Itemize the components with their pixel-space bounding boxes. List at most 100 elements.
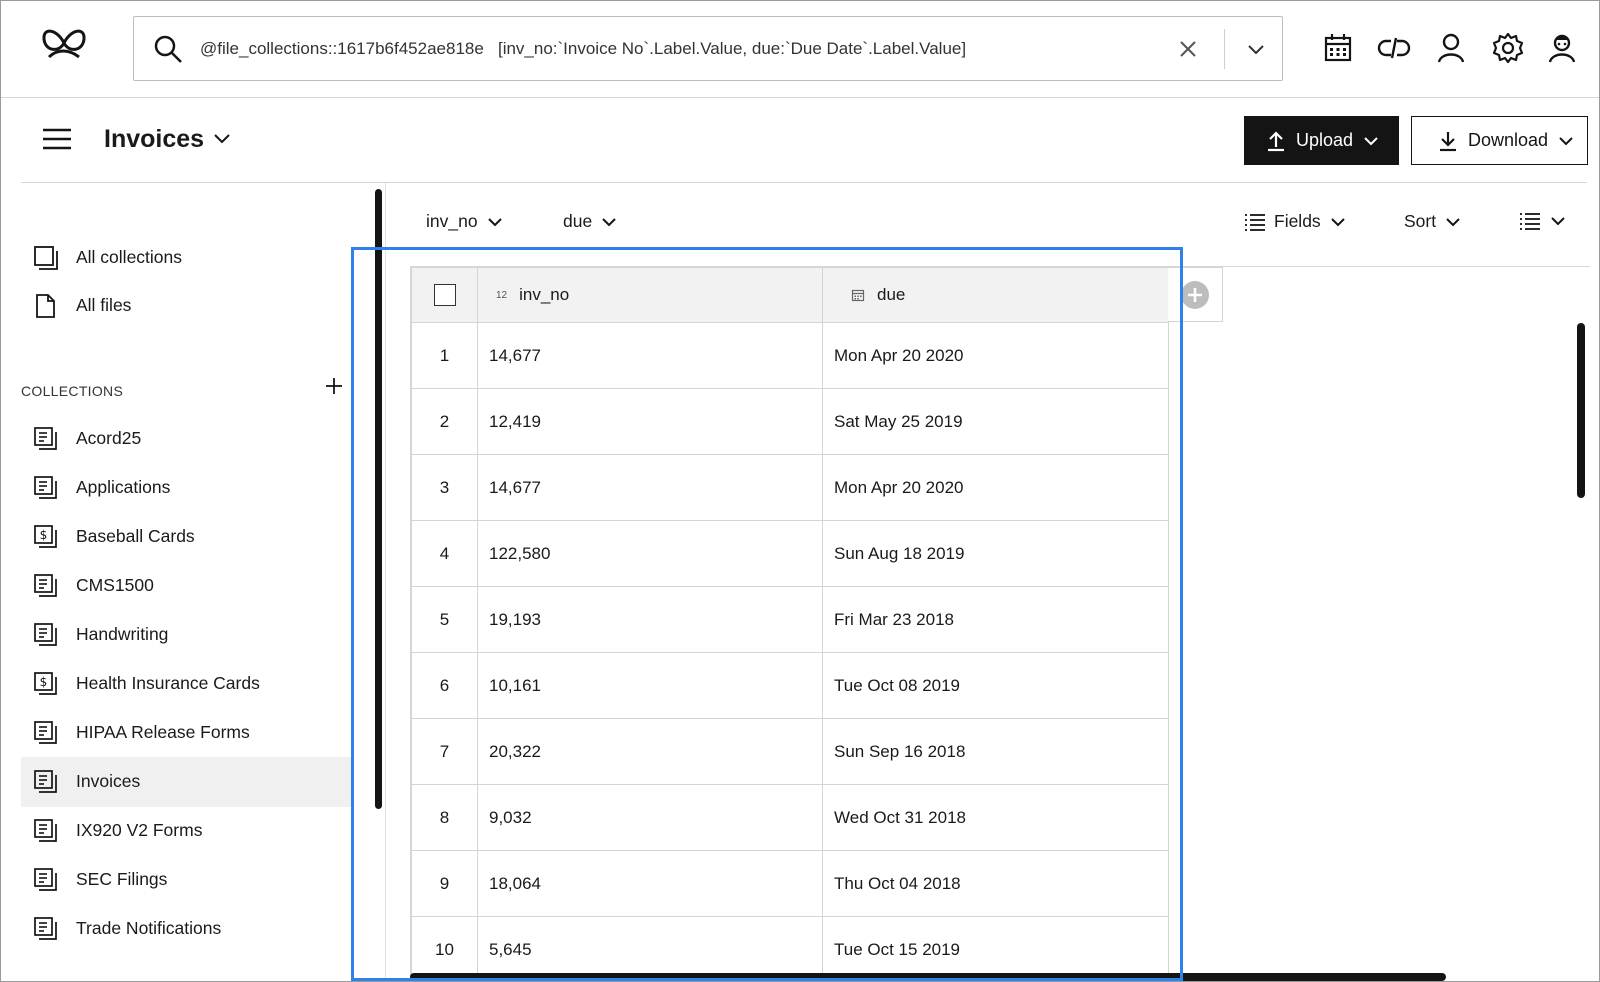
sidebar: All collections All files COLLECTIONS Ac… bbox=[21, 183, 373, 981]
cell-due[interactable]: Sun Aug 18 2019 bbox=[822, 520, 1169, 587]
app-window: Invoices Upload Download bbox=[0, 0, 1600, 982]
collection-icon bbox=[34, 427, 57, 450]
sidebar-item-acord25[interactable]: Acord25 bbox=[21, 414, 351, 464]
fields-button[interactable]: Fields bbox=[1244, 211, 1347, 232]
cell-inv-no[interactable]: 14,677 bbox=[477, 454, 823, 521]
table-row[interactable]: 5 19,193 Fri Mar 23 2018 bbox=[411, 586, 1169, 653]
sidebar-item-cms1500[interactable]: CMS1500 bbox=[21, 561, 351, 611]
row-index: 6 bbox=[411, 652, 478, 719]
list-view-icon bbox=[1520, 213, 1540, 230]
cell-due[interactable]: Mon Apr 20 2020 bbox=[822, 454, 1169, 521]
table-row[interactable]: 6 10,161 Tue Oct 08 2019 bbox=[411, 652, 1169, 719]
cell-due[interactable]: Sat May 25 2019 bbox=[822, 388, 1169, 455]
table-header-row: 12 inv_no due bbox=[411, 267, 1169, 323]
chevron-down-icon[interactable] bbox=[1242, 37, 1270, 63]
chevron-down-icon[interactable] bbox=[211, 129, 233, 149]
cell-due[interactable]: Mon Apr 20 2020 bbox=[822, 322, 1169, 389]
select-all-cell bbox=[411, 267, 478, 323]
search-input[interactable] bbox=[200, 27, 1200, 71]
table-vertical-scrollbar[interactable] bbox=[1577, 323, 1585, 498]
row-index: 1 bbox=[411, 322, 478, 389]
chevron-down-icon bbox=[1364, 136, 1378, 145]
select-all-checkbox[interactable] bbox=[433, 284, 456, 306]
table-row[interactable]: 4 122,580 Sun Aug 18 2019 bbox=[411, 520, 1169, 587]
sidebar-item-label: IX920 V2 Forms bbox=[76, 820, 203, 840]
plus-icon[interactable] bbox=[321, 373, 347, 399]
sidebar-item-all-collections[interactable]: All collections bbox=[21, 233, 351, 283]
table-row[interactable]: 1 14,677 Mon Apr 20 2020 bbox=[411, 322, 1169, 389]
cell-inv-no[interactable]: 14,677 bbox=[477, 322, 823, 389]
cell-due[interactable]: Sun Sep 16 2018 bbox=[822, 718, 1169, 785]
add-column-button[interactable] bbox=[1168, 267, 1223, 322]
file-icon bbox=[36, 294, 55, 318]
collection-icon bbox=[34, 917, 57, 940]
upload-button[interactable]: Upload bbox=[1244, 116, 1399, 165]
sidebar-item-ix920-v2-forms[interactable]: IX920 V2 Forms bbox=[21, 806, 351, 856]
sidebar-item-trade-notifications[interactable]: Trade Notifications bbox=[21, 904, 351, 954]
sidebar-item-sec-filings[interactable]: SEC Filings bbox=[21, 855, 351, 905]
column-header-inv-no[interactable]: 12 inv_no bbox=[477, 267, 823, 323]
cell-due[interactable]: Thu Oct 04 2018 bbox=[822, 850, 1169, 917]
filter-due[interactable]: due bbox=[563, 211, 618, 232]
cell-inv-no[interactable]: 12,419 bbox=[477, 388, 823, 455]
collections-heading: COLLECTIONS bbox=[21, 383, 124, 399]
sidebar-item-label: Trade Notifications bbox=[76, 918, 222, 938]
collection-icon bbox=[34, 476, 57, 499]
svg-text:$: $ bbox=[40, 528, 48, 542]
filter-inv-no[interactable]: inv_no bbox=[426, 211, 504, 232]
collection-dollar-icon: $ bbox=[34, 525, 57, 548]
number-type-icon: 12 bbox=[496, 289, 508, 301]
table-row[interactable]: 3 14,677 Mon Apr 20 2020 bbox=[411, 454, 1169, 521]
user-icon[interactable] bbox=[1434, 31, 1468, 65]
row-index: 2 bbox=[411, 388, 478, 455]
collection-dollar-icon: $ bbox=[34, 672, 57, 695]
search-bar bbox=[133, 16, 1283, 81]
filter-label: due bbox=[563, 211, 593, 231]
table-row[interactable]: 2 12,419 Sat May 25 2019 bbox=[411, 388, 1169, 455]
agent-icon[interactable] bbox=[1545, 31, 1579, 65]
sidebar-item-label: CMS1500 bbox=[76, 575, 154, 595]
collection-icon bbox=[34, 868, 57, 891]
cell-due[interactable]: Tue Oct 08 2019 bbox=[822, 652, 1169, 719]
chevron-down-icon bbox=[1446, 217, 1460, 226]
cell-due[interactable]: Wed Oct 31 2018 bbox=[822, 784, 1169, 851]
menu-icon[interactable] bbox=[41, 125, 73, 153]
table-horizontal-scrollbar[interactable] bbox=[410, 973, 1446, 981]
cell-inv-no[interactable]: 18,064 bbox=[477, 850, 823, 917]
sidebar-item-hipaa-release-forms[interactable]: HIPAA Release Forms bbox=[21, 708, 351, 758]
cell-inv-no[interactable]: 122,580 bbox=[477, 520, 823, 587]
cell-inv-no[interactable]: 19,193 bbox=[477, 586, 823, 653]
sidebar-scrollbar[interactable] bbox=[375, 189, 382, 809]
table-row[interactable]: 7 20,322 Sun Sep 16 2018 bbox=[411, 718, 1169, 785]
calendar-icon[interactable] bbox=[1321, 31, 1355, 65]
row-index: 9 bbox=[411, 850, 478, 917]
close-icon[interactable] bbox=[1174, 35, 1202, 63]
collection-icon bbox=[34, 721, 57, 744]
sidebar-item-label: Acord25 bbox=[76, 428, 142, 448]
row-index: 7 bbox=[411, 718, 478, 785]
download-button[interactable]: Download bbox=[1411, 116, 1588, 165]
row-index: 8 bbox=[411, 784, 478, 851]
link-icon[interactable] bbox=[1377, 31, 1411, 65]
app-logo[interactable] bbox=[39, 23, 89, 63]
sidebar-item-handwriting[interactable]: Handwriting bbox=[21, 610, 351, 660]
sidebar-item-invoices[interactable]: Invoices bbox=[21, 757, 351, 807]
sort-button[interactable]: Sort bbox=[1404, 211, 1462, 232]
table-row[interactable]: 9 18,064 Thu Oct 04 2018 bbox=[411, 850, 1169, 917]
table-row[interactable]: 8 9,032 Wed Oct 31 2018 bbox=[411, 784, 1169, 851]
sidebar-item-baseball-cards[interactable]: $ Baseball Cards bbox=[21, 512, 351, 562]
collection-icon bbox=[34, 770, 57, 793]
view-options-button[interactable] bbox=[1519, 211, 1567, 231]
sidebar-item-label: SEC Filings bbox=[76, 869, 168, 889]
cell-inv-no[interactable]: 9,032 bbox=[477, 784, 823, 851]
cell-inv-no[interactable]: 20,322 bbox=[477, 718, 823, 785]
sidebar-border bbox=[385, 183, 386, 981]
cell-due[interactable]: Fri Mar 23 2018 bbox=[822, 586, 1169, 653]
cell-inv-no[interactable]: 10,161 bbox=[477, 652, 823, 719]
sidebar-item-applications[interactable]: Applications bbox=[21, 463, 351, 513]
sidebar-item-label: Applications bbox=[76, 477, 171, 497]
sidebar-item-health-insurance-cards[interactable]: $ Health Insurance Cards bbox=[21, 659, 351, 709]
column-header-due[interactable]: due bbox=[822, 267, 1169, 323]
gear-icon[interactable] bbox=[1491, 31, 1525, 65]
sidebar-item-all-files[interactable]: All files bbox=[21, 281, 351, 331]
